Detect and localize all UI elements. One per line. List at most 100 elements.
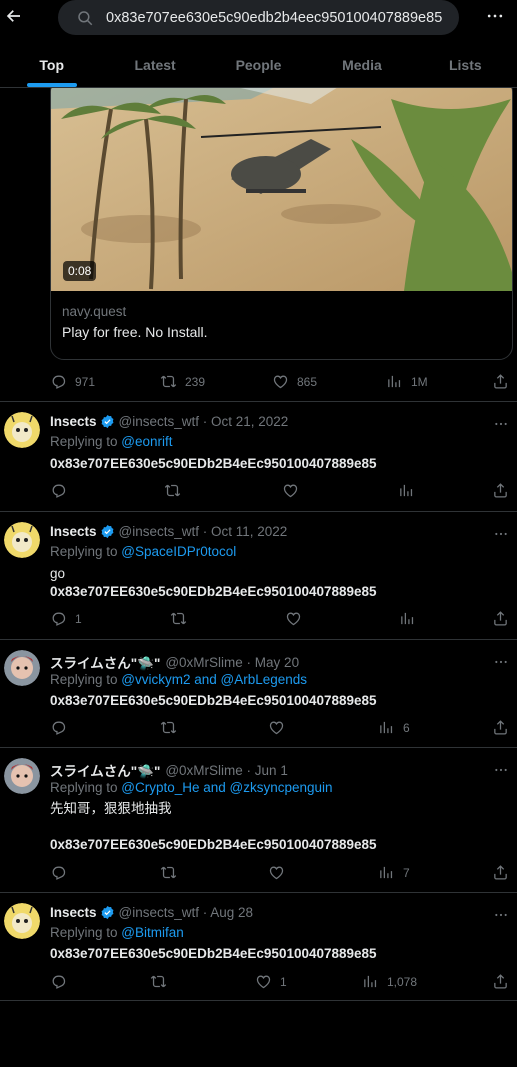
views-button[interactable]: [398, 482, 415, 499]
share-button[interactable]: [492, 864, 509, 881]
tab-top[interactable]: Top: [0, 44, 103, 87]
user-name[interactable]: Insects: [50, 524, 97, 539]
tweet-actions: 1: [50, 610, 510, 630]
user-name[interactable]: Insects: [50, 905, 97, 920]
handle-date[interactable]: @0xMrSlime · Jun 1: [165, 763, 287, 778]
reply-button[interactable]: [50, 482, 67, 499]
tweet-header: Insects @insects_wtf · Oct 21, 2022: [50, 414, 288, 429]
avatar[interactable]: [4, 903, 40, 939]
tab-lists[interactable]: Lists: [414, 44, 517, 87]
handle-date[interactable]: @insects_wtf · Aug 28: [119, 905, 254, 920]
like-button[interactable]: [285, 610, 302, 627]
like-button[interactable]: 865: [272, 373, 317, 390]
reply-button[interactable]: [50, 864, 67, 881]
views-count: 1,078: [387, 974, 418, 989]
user-name[interactable]: Insects: [50, 414, 97, 429]
card-title[interactable]: Play for free. No Install.: [62, 324, 208, 340]
views-button[interactable]: 1M: [386, 373, 428, 390]
reply-button[interactable]: 971: [50, 373, 95, 390]
retweet-button[interactable]: [150, 973, 167, 990]
reply-icon: [50, 610, 67, 627]
retweet-icon: [160, 864, 177, 881]
tweet-text-line: 先知哥，狠狠地抽我: [50, 801, 172, 816]
retweet-button[interactable]: 239: [160, 373, 205, 390]
search-box[interactable]: [58, 0, 459, 35]
tweet-header: Insects @insects_wtf · Oct 11, 2022: [50, 524, 287, 539]
reply-count: 971: [75, 374, 96, 389]
like-button[interactable]: 1: [255, 973, 287, 990]
tab-label: Media: [342, 57, 382, 73]
handle-date[interactable]: @insects_wtf · Oct 21, 2022: [119, 414, 289, 429]
views-icon: [378, 719, 395, 736]
tweet-text: 0x83e707EE630e5c90EDb2B4eEc950100407889e…: [50, 837, 377, 852]
replying-to: Replying to @SpaceIDPr0tocol: [50, 544, 236, 559]
retweet-icon: [150, 973, 167, 990]
retweet-button[interactable]: [170, 610, 187, 627]
more-icon[interactable]: [493, 416, 509, 432]
tweet[interactable]: Insects @insects_wtf · Oct 21, 2022 Repl…: [0, 402, 517, 512]
tab-media[interactable]: Media: [310, 44, 413, 87]
views-button[interactable]: [399, 610, 416, 627]
more-icon[interactable]: [493, 526, 509, 542]
search-input[interactable]: [106, 9, 446, 26]
link-card[interactable]: 0:08 navy.quest Play for free. No Instal…: [50, 78, 513, 360]
tab-people[interactable]: People: [207, 44, 310, 87]
tab-latest[interactable]: Latest: [103, 44, 206, 87]
handle-date[interactable]: @0xMrSlime · May 20: [165, 655, 299, 670]
views-button[interactable]: 7: [378, 864, 410, 881]
replying-to: Replying to @Bitmifan: [50, 925, 184, 940]
share-button[interactable]: [492, 373, 509, 390]
retweet-count: 239: [185, 374, 206, 389]
share-button[interactable]: [492, 973, 509, 990]
avatar[interactable]: [4, 522, 40, 558]
avatar[interactable]: [4, 412, 40, 448]
tweet[interactable]: スライムさん"🛸" @0xMrSlime · May 20 Replying t…: [0, 640, 517, 748]
like-icon: [282, 482, 299, 499]
views-icon: [398, 482, 415, 499]
reply-button[interactable]: 1: [50, 610, 82, 627]
tweet[interactable]: Insects @insects_wtf · Aug 28 Replying t…: [0, 893, 517, 1001]
reply-button[interactable]: [50, 719, 67, 736]
back-arrow-icon[interactable]: [4, 4, 24, 28]
replying-to-link[interactable]: @SpaceIDPr0tocol: [121, 544, 236, 559]
views-button[interactable]: 6: [378, 719, 410, 736]
replying-to: Replying to @Crypto_He and @zksyncpengui…: [50, 780, 333, 795]
views-button[interactable]: 1,078: [362, 973, 417, 990]
like-count: 1: [280, 974, 287, 989]
more-icon[interactable]: [493, 654, 509, 670]
retweet-button[interactable]: [164, 482, 181, 499]
like-button[interactable]: [268, 719, 285, 736]
reply-icon: [50, 864, 67, 881]
replying-prefix: Replying to: [50, 780, 122, 795]
replying-prefix: Replying to: [50, 434, 122, 449]
replying-to-link[interactable]: @eonrift: [121, 434, 172, 449]
tweet-actions: 971 239 865 1M: [50, 373, 510, 393]
reply-button[interactable]: [50, 973, 67, 990]
tweet[interactable]: Insects @insects_wtf · Oct 11, 2022 Repl…: [0, 512, 517, 640]
like-button[interactable]: [282, 482, 299, 499]
tweet-actions: 6: [50, 719, 510, 739]
tweet-text-line: go: [50, 566, 66, 581]
tweet[interactable]: スライムさん"🛸" @0xMrSlime · Jun 1 Replying to…: [0, 748, 517, 893]
more-icon[interactable]: [493, 762, 509, 778]
replying-to-link[interactable]: @Crypto_He and @zksyncpenguin: [121, 780, 332, 795]
share-button[interactable]: [492, 482, 509, 499]
more-icon[interactable]: [485, 6, 505, 26]
user-name[interactable]: スライムさん"🛸": [50, 760, 160, 780]
tweet-text: 0x83e707EE630e5c90EDb2B4eEc950100407889e…: [50, 693, 377, 708]
replying-to-link[interactable]: @Bitmifan: [121, 925, 183, 940]
share-button[interactable]: [492, 610, 509, 627]
avatar[interactable]: [4, 650, 40, 686]
retweet-button[interactable]: [160, 864, 177, 881]
video-thumbnail[interactable]: 0:08: [51, 79, 512, 291]
avatar[interactable]: [4, 758, 40, 794]
handle-date[interactable]: @insects_wtf · Oct 11, 2022: [119, 524, 288, 539]
replying-to-link[interactable]: @vvickym2 and @ArbLegends: [121, 672, 307, 687]
retweet-button[interactable]: [160, 719, 177, 736]
share-button[interactable]: [492, 719, 509, 736]
tweet-text: 0x83e707EE630e5c90EDb2B4eEc950100407889e…: [50, 946, 377, 961]
user-name[interactable]: スライムさん"🛸": [50, 652, 160, 672]
card-domain[interactable]: navy.quest: [62, 304, 126, 319]
like-button[interactable]: [268, 864, 285, 881]
more-icon[interactable]: [493, 907, 509, 923]
